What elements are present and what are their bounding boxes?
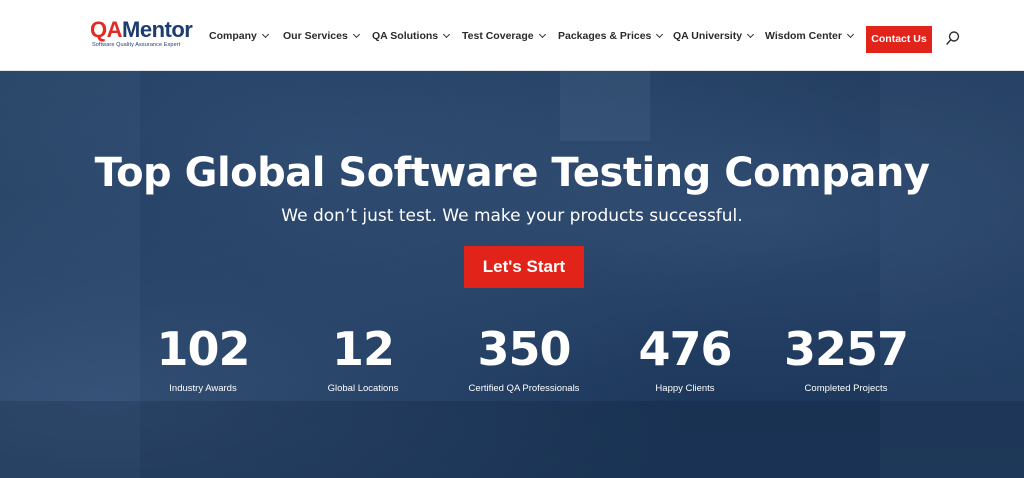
- hero-background-shape: [560, 71, 650, 141]
- nav-item-label: Wisdom Center: [765, 30, 842, 42]
- stat-label: Certified QA Professionals: [468, 383, 580, 394]
- nav-item-label: Company: [209, 30, 257, 42]
- stat-value: 12: [331, 322, 395, 376]
- search-icon[interactable]: [945, 30, 961, 46]
- nav-item-qa-university[interactable]: QA University: [673, 29, 755, 43]
- site-header: QAMentor Software Quality Assurance Expe…: [0, 0, 1024, 71]
- nav-item-label: QA University: [673, 30, 743, 42]
- stat-label: Global Locations: [327, 383, 399, 394]
- chevron-down-icon: [656, 30, 664, 39]
- stat-happy-clients: 476 Happy Clients: [605, 323, 765, 395]
- nav-item-label: Test Coverage: [462, 30, 534, 42]
- chevron-down-icon: [261, 30, 269, 39]
- stat-completed-projects: 3257 Completed Projects: [766, 323, 926, 395]
- hero-section: Top Global Software Testing Company We d…: [0, 71, 1024, 478]
- nav-item-wisdom-center[interactable]: Wisdom Center: [765, 29, 854, 43]
- contact-us-button[interactable]: Contact Us: [866, 26, 932, 53]
- hero-subtitle: We don’t just test. We make your product…: [281, 206, 743, 226]
- logo-wordmark: QAMentor: [90, 17, 193, 42]
- chevron-down-icon: [352, 30, 360, 39]
- qa-mentor-logo[interactable]: QAMentor Software Quality Assurance Expe…: [90, 18, 194, 52]
- stat-label: Happy Clients: [655, 383, 715, 394]
- nav-item-our-services[interactable]: Our Services: [283, 29, 360, 43]
- nav-item-label: QA Solutions: [372, 30, 439, 42]
- logo-tagline: Software Quality Assurance Expert: [92, 42, 181, 48]
- stat-value: 476: [638, 322, 732, 376]
- nav-item-packages-prices[interactable]: Packages & Prices: [558, 29, 664, 43]
- nav-item-qa-solutions[interactable]: QA Solutions: [372, 29, 451, 43]
- stat-value: 3257: [783, 322, 909, 376]
- hero-title: Top Global Software Testing Company: [94, 150, 930, 196]
- stat-industry-awards: 102 Industry Awards: [123, 323, 283, 395]
- lets-start-button[interactable]: Let's Start: [464, 246, 584, 288]
- stat-value: 350: [477, 322, 571, 376]
- chevron-down-icon: [538, 30, 546, 39]
- nav-item-label: Our Services: [283, 30, 348, 42]
- nav-item-label: Packages & Prices: [558, 30, 652, 42]
- stat-label: Completed Projects: [804, 383, 888, 394]
- stat-certified-qa-professionals: 350 Certified QA Professionals: [444, 323, 604, 395]
- nav-item-company[interactable]: Company: [209, 29, 269, 43]
- hero-background-shape: [0, 401, 1024, 478]
- stat-global-locations: 12 Global Locations: [283, 323, 443, 395]
- stat-value: 102: [156, 322, 250, 376]
- chevron-down-icon: [443, 30, 451, 39]
- stat-label: Industry Awards: [169, 383, 237, 394]
- nav-item-test-coverage[interactable]: Test Coverage: [462, 29, 546, 43]
- chevron-down-icon: [747, 30, 755, 39]
- chevron-down-icon: [846, 30, 854, 39]
